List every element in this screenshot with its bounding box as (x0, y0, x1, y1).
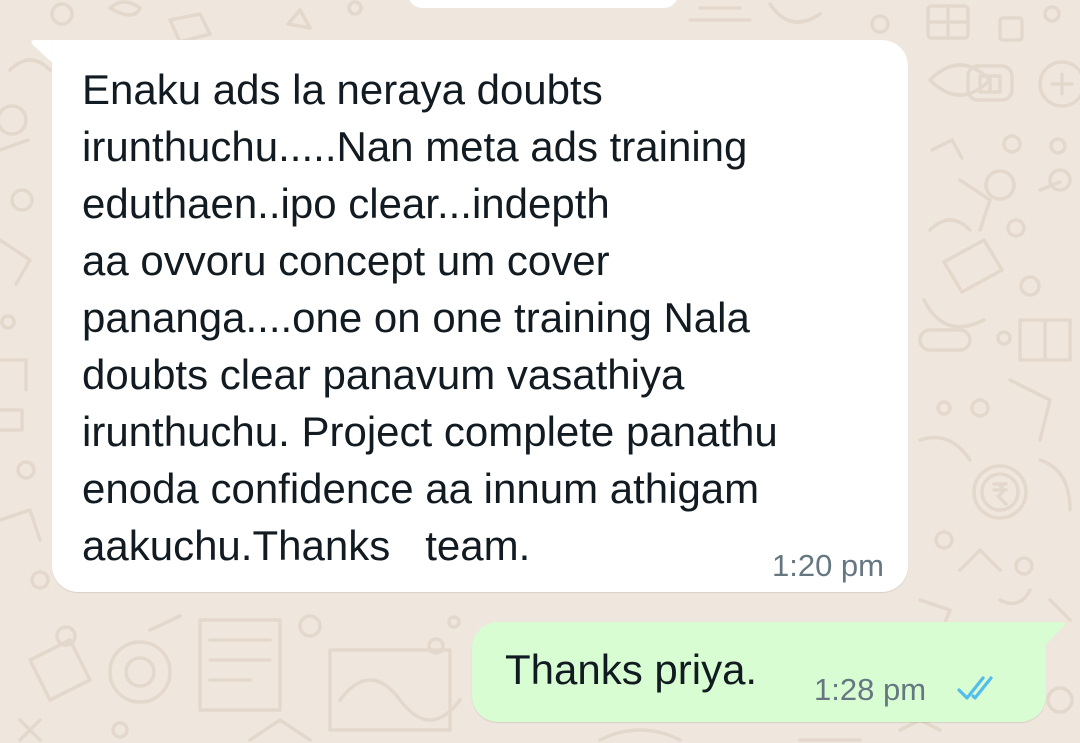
incoming-message-text: Enaku ads la neraya doubts irunthuchu...… (82, 66, 778, 569)
incoming-message-time: 1:20 pm (771, 548, 884, 583)
outgoing-message-time: 1:28 pm (814, 672, 927, 707)
outgoing-message-text: Thanks priya. (505, 646, 758, 693)
previous-bubble-edge (408, 0, 678, 8)
incoming-message-bubble[interactable]: Enaku ads la neraya doubts irunthuchu...… (52, 40, 908, 592)
double-check-read-icon (957, 676, 993, 700)
outgoing-message-bubble[interactable]: Thanks priya. 1:28 pm (472, 622, 1046, 722)
outgoing-bubble-tail (1040, 622, 1065, 650)
